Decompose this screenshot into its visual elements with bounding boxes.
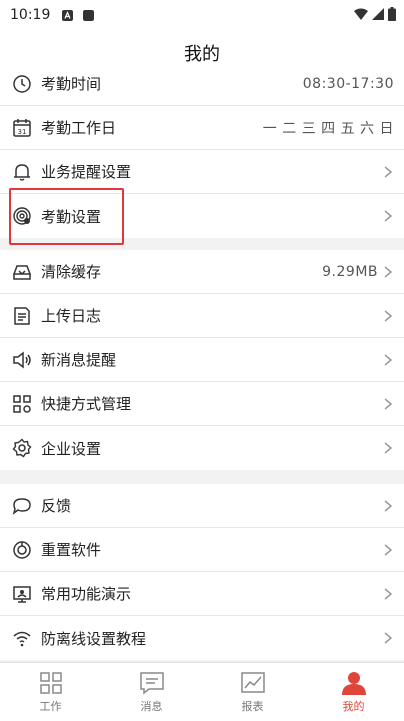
tab-label: 消息 xyxy=(140,700,163,713)
fingerprint-icon xyxy=(11,205,33,227)
row-label: 清除缓存 xyxy=(41,263,102,281)
row-label: 重置软件 xyxy=(41,541,102,559)
chevron-right-icon xyxy=(384,265,393,278)
row-enterprise-settings[interactable]: 企业设置 xyxy=(0,426,404,470)
row-business-reminder[interactable]: 业务提醒设置 xyxy=(0,150,404,194)
notification-square-icon xyxy=(83,9,95,21)
grid-icon xyxy=(39,672,62,694)
bell-icon xyxy=(11,161,33,183)
chevron-right-icon xyxy=(384,499,393,512)
tab-messages[interactable]: 消息 xyxy=(101,663,202,721)
row-label: 常用功能演示 xyxy=(41,585,132,603)
row-label: 考勤设置 xyxy=(41,207,102,226)
chevron-right-icon xyxy=(384,397,393,410)
wifi-icon xyxy=(11,627,33,649)
chevron-right-icon xyxy=(384,353,393,366)
person-icon xyxy=(341,672,366,695)
row-attendance-time[interactable]: 考勤时间 08:30-17:30 xyxy=(0,62,404,106)
tab-reports[interactable]: 报表 xyxy=(202,663,303,721)
help-section: 反馈 重置软件 常用功能演示 防离线设置教程 xyxy=(0,484,404,660)
workdays-value: 一 二 三 四 五 六 日 xyxy=(262,120,394,137)
attendance-time-value: 08:30-17:30 xyxy=(302,75,394,92)
row-feature-demo[interactable]: 常用功能演示 xyxy=(0,572,404,616)
general-settings-section: 清除缓存 9.29MB 上传日志 新消息提醒 快捷方式管理 企业设置 xyxy=(0,250,404,470)
cache-size-value: 9.29MB xyxy=(322,263,378,280)
clock-icon xyxy=(11,73,33,95)
speaker-icon xyxy=(11,349,33,371)
chevron-right-icon xyxy=(384,210,393,222)
calendar-day-text: 31 xyxy=(18,128,27,136)
row-attendance-workdays[interactable]: 31 考勤工作日 一 二 三 四 五 六 日 xyxy=(0,106,404,150)
row-anti-offline-tutorial[interactable]: 防离线设置教程 xyxy=(0,616,404,660)
tab-label: 我的 xyxy=(342,700,365,713)
cell-signal-icon xyxy=(372,8,384,20)
row-reset-software[interactable]: 重置软件 xyxy=(0,528,404,572)
row-feedback[interactable]: 反馈 xyxy=(0,484,404,528)
tab-label: 报表 xyxy=(241,700,264,713)
shortcut-icon xyxy=(11,393,33,415)
feedback-icon xyxy=(11,495,33,517)
chevron-right-icon xyxy=(384,442,393,454)
row-label: 企业设置 xyxy=(41,439,102,458)
row-label: 考勤工作日 xyxy=(41,119,117,137)
row-shortcut-management[interactable]: 快捷方式管理 xyxy=(0,382,404,426)
row-label: 快捷方式管理 xyxy=(41,395,132,413)
gear-icon xyxy=(11,437,33,459)
cache-icon xyxy=(11,261,33,283)
message-icon xyxy=(139,672,164,695)
tab-mine[interactable]: 我的 xyxy=(303,663,404,721)
row-attendance-settings[interactable]: 考勤设置 xyxy=(0,194,404,238)
row-label: 考勤时间 xyxy=(41,75,102,93)
calendar-icon: 31 xyxy=(11,117,33,139)
log-icon xyxy=(11,305,33,327)
row-clear-cache[interactable]: 清除缓存 9.29MB xyxy=(0,250,404,294)
row-label: 新消息提醒 xyxy=(41,351,117,369)
wifi-signal-icon xyxy=(354,8,368,20)
tab-label: 工作 xyxy=(39,700,62,713)
row-new-message-reminder[interactable]: 新消息提醒 xyxy=(0,338,404,382)
chevron-right-icon xyxy=(384,587,393,600)
row-label: 反馈 xyxy=(41,497,72,515)
chevron-right-icon xyxy=(384,632,393,644)
chevron-right-icon xyxy=(384,165,393,178)
status-time: 10:19 xyxy=(10,7,51,23)
tab-work[interactable]: 工作 xyxy=(0,663,101,721)
row-upload-log[interactable]: 上传日志 xyxy=(0,294,404,338)
battery-icon xyxy=(388,7,396,21)
chevron-right-icon xyxy=(384,543,393,556)
chevron-right-icon xyxy=(384,309,393,322)
reset-icon xyxy=(11,539,33,561)
status-bar: 10:19 xyxy=(0,0,404,30)
row-label: 上传日志 xyxy=(41,307,102,325)
attendance-settings-section: 考勤时间 08:30-17:30 31 考勤工作日 一 二 三 四 五 六 日 … xyxy=(0,62,404,238)
demo-icon xyxy=(11,583,33,605)
chart-icon xyxy=(240,672,265,693)
bottom-tab-bar: 工作 消息 报表 我的 xyxy=(0,662,404,721)
row-label: 防离线设置教程 xyxy=(41,629,147,648)
row-label: 业务提醒设置 xyxy=(41,163,132,181)
notification-a-icon xyxy=(62,9,74,21)
